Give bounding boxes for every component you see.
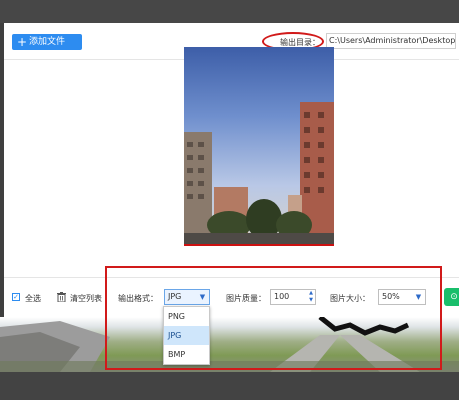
green-action-icon: ⊙ [450,292,458,302]
bottom-dark-band [0,372,459,400]
plus-icon: + [16,35,28,49]
select-all-checkbox[interactable]: ✓ [12,293,20,301]
add-file-label: 添加文件 [29,37,66,47]
trash-icon[interactable] [57,292,66,302]
image-preview [184,47,334,245]
preview-bottom-edge [184,244,334,246]
screenshot-root: + 添加文件 输出目录： C:\Users\Administrator\Desk… [0,0,459,400]
output-dir-field[interactable]: C:\Users\Administrator\Desktop\ [326,33,456,49]
add-file-button[interactable]: + 添加文件 [12,34,82,50]
format-option-bmp[interactable]: BMP [164,345,209,364]
clear-list-button[interactable]: 清空列表 [70,293,102,304]
format-dropdown-list[interactable]: PNG JPG BMP [163,306,210,365]
format-option-png[interactable]: PNG [164,307,209,326]
select-all-label[interactable]: 全选 [25,293,41,304]
settings-highlight-box [105,266,442,370]
preview-photo [184,102,334,245]
start-convert-button[interactable]: ⊙ [444,288,459,306]
check-icon: ✓ [13,293,19,301]
top-bar [0,0,459,23]
format-option-jpg[interactable]: JPG [164,326,209,345]
